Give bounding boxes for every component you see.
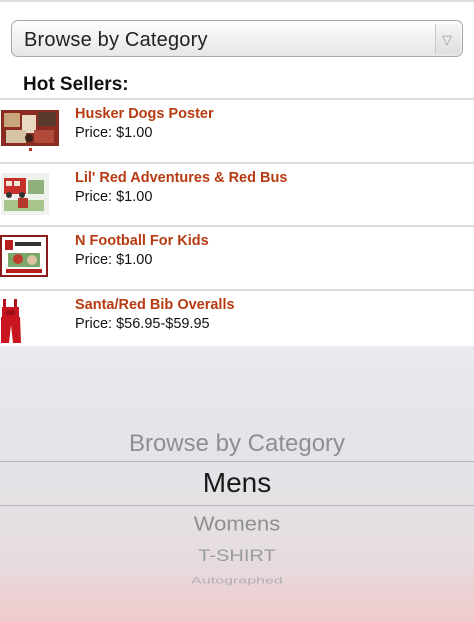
hot-sellers-list: Husker Dogs Poster Price: $1.00 Lil' Red… [0,98,474,352]
product-name-link[interactable]: Lil' Red Adventures & Red Bus [75,170,287,186]
product-price: Price: $1.00 [75,252,153,268]
picker-option-tshirt[interactable]: T-SHIRT [0,547,474,566]
product-name-link[interactable]: Santa/Red Bib Overalls [75,297,235,313]
overalls-thumbnail[interactable] [0,297,60,343]
book-thumbnail[interactable] [0,170,60,216]
picker-option-womens[interactable]: Womens [0,512,474,536]
picker-selection-bottom-line [0,505,474,506]
select-arrow-button[interactable]: ▽ [435,24,460,54]
product-name-link[interactable]: N Football For Kids [75,233,209,249]
poster-thumbnail[interactable] [0,106,60,152]
book-thumbnail[interactable] [0,233,60,279]
list-item[interactable]: Lil' Red Adventures & Red Bus Price: $1.… [0,161,474,225]
category-select[interactable]: Browse by Category ▽ [11,20,463,57]
picker-selection-top-line [0,461,474,462]
category-picker-wheel[interactable]: Browse by Category Mens Womens T-SHIRT A… [0,346,474,622]
picker-option-browse[interactable]: Browse by Category [0,430,474,458]
product-price: Price: $56.95-$59.95 [75,315,210,332]
picker-option-autographed[interactable]: Autographed [0,576,474,587]
product-price: Price: $1.00 [75,188,153,205]
list-item[interactable]: N Football For Kids Price: $1.00 [0,225,474,289]
category-select-label: Browse by Category [24,29,208,51]
list-item[interactable]: Husker Dogs Poster Price: $1.00 [0,98,474,162]
product-price: Price: $1.00 [75,125,153,141]
chevron-down-icon: ▽ [442,32,452,47]
hot-sellers-heading: Hot Sellers: [23,74,129,95]
list-item[interactable]: Santa/Red Bib Overalls Price: $56.95-$59… [0,288,474,352]
page-content: Browse by Category ▽ Hot Sellers: Husker… [0,0,474,352]
product-name-link[interactable]: Husker Dogs Poster [75,106,214,122]
picker-option-mens-selected[interactable]: Mens [0,467,474,499]
